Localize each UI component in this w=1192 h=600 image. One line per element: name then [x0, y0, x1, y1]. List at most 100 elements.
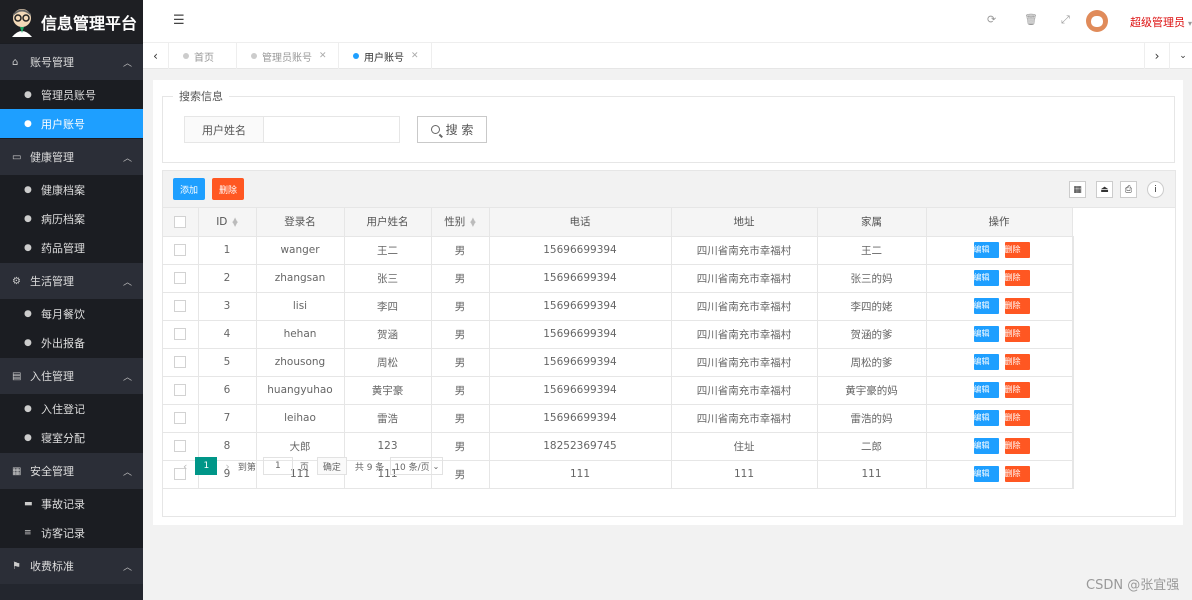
- tab-next-button[interactable]: ›: [1144, 43, 1170, 69]
- menu-fold-icon[interactable]: ☰: [173, 13, 185, 28]
- home-icon: ⌂: [12, 56, 19, 68]
- cell-phone: 15696699394: [489, 376, 672, 405]
- sidebar-group[interactable]: ▤ 入住管理 ︿: [0, 357, 143, 394]
- username-input[interactable]: [263, 116, 400, 143]
- info-icon[interactable]: i: [1147, 181, 1164, 198]
- row-checkbox[interactable]: [174, 244, 187, 256]
- delete-button[interactable]: 删除: [1004, 298, 1030, 314]
- close-icon[interactable]: ✕: [411, 51, 419, 61]
- delete-button[interactable]: 删除: [1004, 410, 1030, 426]
- edit-button[interactable]: 编辑: [973, 410, 999, 426]
- cell-family: 周松的爹: [817, 348, 927, 377]
- table-row: 7 leihao 雷浩男 15696699394 四川省南充市幸福村 雷浩的妈 编辑 删除: [163, 404, 1074, 433]
- row-checkbox[interactable]: [174, 356, 187, 368]
- sidebar-item[interactable]: ● 病历档案: [0, 204, 143, 233]
- sidebar-item[interactable]: ● 管理员账号: [0, 80, 143, 109]
- print-icon[interactable]: ⎙: [1120, 181, 1137, 198]
- sidebar-item[interactable]: ● 入住登记: [0, 394, 143, 423]
- chevron-up-icon: ︿: [122, 154, 132, 164]
- app-title: 信息管理平台: [41, 13, 138, 33]
- edit-button[interactable]: 编辑: [973, 382, 999, 398]
- sidebar-item[interactable]: ● 寝室分配: [0, 423, 143, 452]
- row-checkbox[interactable]: [174, 272, 187, 284]
- row-checkbox[interactable]: [174, 384, 187, 396]
- user-avatar[interactable]: [1086, 10, 1108, 32]
- page-size-value: 10 条/页: [394, 462, 430, 473]
- sidebar-item[interactable]: ● 用户账号: [0, 109, 143, 138]
- edit-button[interactable]: 编辑: [973, 242, 999, 258]
- chevron-up-icon: ︿: [122, 278, 132, 288]
- cell-login: hehan: [256, 320, 345, 349]
- col-username: 用户姓名: [344, 208, 432, 237]
- current-page[interactable]: 1: [195, 457, 218, 475]
- table-row: 1 wanger 王二男 15696699394 四川省南充市幸福村 王二 编辑 删除: [163, 236, 1074, 265]
- bulk-delete-button[interactable]: 删除: [212, 178, 244, 200]
- edit-button[interactable]: 编辑: [973, 326, 999, 342]
- table-card: 添加 删除 ▦ ⏏ ⎙ i ID ▲ ▼ 登录名 用户姓名 性别 ▲ ▼ 电话 地址 家: [153, 170, 1183, 525]
- edit-button[interactable]: 编辑: [973, 298, 999, 314]
- edit-button[interactable]: 编辑: [973, 354, 999, 370]
- fullscreen-icon[interactable]: ⤢: [1061, 13, 1070, 27]
- tab-user-accounts[interactable]: 用户账号 ✕: [339, 43, 432, 69]
- sidebar-item[interactable]: ● 外出报备: [0, 328, 143, 357]
- table-row: 5 zhousong 周松男 15696699394 四川省南充市幸福村 周松的爹 编辑 删除: [163, 348, 1074, 377]
- refresh-icon[interactable]: ⟳: [987, 13, 996, 26]
- user-menu[interactable]: 超级管理员 ▾: [1130, 14, 1192, 30]
- sidebar-group[interactable]: ⚑ 收费标准 ︿: [0, 547, 143, 584]
- cell-family: 王二: [817, 236, 927, 265]
- close-icon[interactable]: ✕: [319, 51, 327, 61]
- add-button[interactable]: 添加: [173, 178, 205, 200]
- prev-page-icon[interactable]: ‹: [183, 460, 187, 473]
- row-checkbox[interactable]: [174, 300, 187, 312]
- cell-family: 贺涵的爹: [817, 320, 927, 349]
- delete-button[interactable]: 删除: [1004, 326, 1030, 342]
- sidebar-item[interactable]: ≡ 访客记录: [0, 518, 143, 547]
- delete-button[interactable]: 删除: [1004, 270, 1030, 286]
- cell-family: 李四的姥: [817, 292, 927, 321]
- col-gender[interactable]: 性别 ▲ ▼: [431, 208, 490, 237]
- sort-icon[interactable]: ▲ ▼: [470, 217, 475, 228]
- cell-actions: 编辑 删除: [926, 320, 1073, 349]
- tab-admin-accounts[interactable]: 管理员账号 ✕: [237, 43, 339, 69]
- sidebar-group[interactable]: ⚙ 生活管理 ︿: [0, 262, 143, 299]
- next-page-icon[interactable]: ›: [225, 460, 229, 473]
- search-button[interactable]: 搜 索: [417, 116, 487, 143]
- cell-address: 四川省南充市幸福村: [671, 348, 818, 377]
- sidebar-item[interactable]: ● 每月餐饮: [0, 299, 143, 328]
- delete-button[interactable]: 删除: [1004, 242, 1030, 258]
- sidebar-group[interactable]: ▦ 安全管理 ︿: [0, 452, 143, 489]
- page-size-select[interactable]: 10 条/页 ⌄: [390, 457, 444, 475]
- delete-button[interactable]: 删除: [1004, 382, 1030, 398]
- row-checkbox[interactable]: [174, 328, 187, 340]
- export-icon[interactable]: ⏏: [1096, 181, 1113, 198]
- sidebar-group-label: 收费标准: [30, 560, 74, 573]
- sidebar-item[interactable]: ● 药品管理: [0, 233, 143, 262]
- row-checkbox[interactable]: [174, 440, 187, 452]
- sidebar-item[interactable]: ● 健康档案: [0, 175, 143, 204]
- row-checkbox[interactable]: [174, 412, 187, 424]
- tab-prev-button[interactable]: ‹: [143, 43, 169, 69]
- edit-button[interactable]: 编辑: [973, 270, 999, 286]
- sidebar-group[interactable]: ⌂ 账号管理 ︿: [0, 43, 143, 80]
- delete-button[interactable]: 删除: [1004, 354, 1030, 370]
- table-toolbar: 添加 删除 ▦ ⏏ ⎙ i: [163, 171, 1175, 208]
- empty-cell: [1072, 236, 1074, 265]
- sort-icon[interactable]: ▲ ▼: [232, 216, 237, 227]
- sidebar: 信息管理平台 ⌂ 账号管理 ︿ ● 管理员账号 ● 用户账号 ▭ 健康管理 ︿ ● 健康档案 ● 病历档案…: [0, 0, 143, 600]
- confirm-button[interactable]: 确定: [316, 457, 347, 475]
- sidebar-item-label: 入住登记: [41, 402, 85, 416]
- sidebar-item[interactable]: ▬ 事故记录: [0, 489, 143, 518]
- cell-actions: 编辑 删除: [926, 376, 1073, 405]
- tab-home[interactable]: 首页: [169, 43, 237, 69]
- gears-icon: ⚙: [12, 275, 21, 287]
- app-logo[interactable]: 信息管理平台: [0, 0, 143, 43]
- columns-icon[interactable]: ▦: [1069, 181, 1086, 198]
- tab-menu-button[interactable]: ⌄: [1170, 43, 1192, 69]
- col-id[interactable]: ID ▲ ▼: [198, 208, 257, 237]
- sidebar-item-label: 外出报备: [41, 336, 85, 350]
- select-all-checkbox[interactable]: [174, 215, 187, 228]
- trash-icon[interactable]: 🗑: [1024, 13, 1038, 26]
- empty-cell: [1072, 292, 1074, 321]
- sidebar-group[interactable]: ▭ 健康管理 ︿: [0, 138, 143, 175]
- goto-page-input[interactable]: 1: [262, 457, 293, 475]
